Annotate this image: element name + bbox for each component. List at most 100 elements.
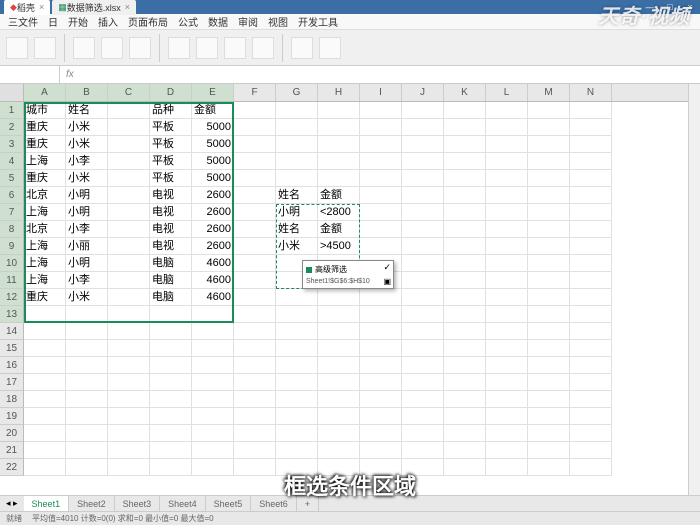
cell[interactable]: 小明	[66, 187, 108, 204]
close-icon[interactable]: ✓	[383, 262, 391, 273]
cell[interactable]	[276, 102, 318, 119]
cell[interactable]: 2600	[192, 238, 234, 255]
cell[interactable]	[108, 238, 150, 255]
cell[interactable]	[444, 442, 486, 459]
cell[interactable]: 2600	[192, 204, 234, 221]
cell[interactable]	[570, 102, 612, 119]
col-header[interactable]: M	[528, 84, 570, 101]
cell[interactable]	[234, 425, 276, 442]
cell[interactable]	[66, 459, 108, 476]
cell[interactable]	[276, 119, 318, 136]
cell[interactable]: 重庆	[24, 119, 66, 136]
cell[interactable]	[486, 170, 528, 187]
sheet-tab[interactable]: Sheet2	[69, 496, 115, 511]
cell[interactable]	[108, 306, 150, 323]
row-header[interactable]: 17	[0, 374, 24, 391]
cell[interactable]	[444, 323, 486, 340]
cell[interactable]	[108, 136, 150, 153]
cell[interactable]	[528, 204, 570, 221]
col-header[interactable]: N	[570, 84, 612, 101]
cell[interactable]	[402, 238, 444, 255]
cell[interactable]	[108, 289, 150, 306]
cell[interactable]: 重庆	[24, 170, 66, 187]
cell[interactable]	[108, 391, 150, 408]
col-header[interactable]: H	[318, 84, 360, 101]
cell[interactable]	[234, 357, 276, 374]
fx-icon[interactable]: fx	[60, 69, 80, 80]
cell[interactable]: 姓名	[276, 221, 318, 238]
col-header[interactable]: L	[486, 84, 528, 101]
col-header[interactable]: B	[66, 84, 108, 101]
ribbon-button[interactable]	[224, 37, 246, 59]
cell[interactable]	[66, 357, 108, 374]
col-header[interactable]: K	[444, 84, 486, 101]
ribbon-button[interactable]	[291, 37, 313, 59]
cell[interactable]	[24, 391, 66, 408]
cell[interactable]	[402, 119, 444, 136]
cell[interactable]	[570, 153, 612, 170]
cell[interactable]: 5000	[192, 136, 234, 153]
cell[interactable]: 小米	[66, 136, 108, 153]
menu-item[interactable]: 页面布局	[128, 14, 168, 29]
cell[interactable]: 姓名	[66, 102, 108, 119]
cell[interactable]	[360, 170, 402, 187]
cell[interactable]	[486, 374, 528, 391]
cell[interactable]	[528, 374, 570, 391]
cell[interactable]	[570, 408, 612, 425]
cell[interactable]: 电脑	[150, 255, 192, 272]
cell[interactable]	[318, 119, 360, 136]
cell[interactable]	[444, 374, 486, 391]
cell[interactable]	[528, 238, 570, 255]
cell[interactable]	[402, 255, 444, 272]
cell[interactable]	[318, 102, 360, 119]
col-header[interactable]: F	[234, 84, 276, 101]
cell[interactable]	[444, 102, 486, 119]
cell[interactable]	[108, 221, 150, 238]
cell[interactable]	[570, 255, 612, 272]
cell[interactable]	[570, 119, 612, 136]
cell[interactable]	[192, 357, 234, 374]
cell[interactable]	[318, 153, 360, 170]
cell[interactable]: 小明	[66, 255, 108, 272]
cell[interactable]	[234, 459, 276, 476]
row-header[interactable]: 12	[0, 289, 24, 306]
cell[interactable]	[528, 136, 570, 153]
cell[interactable]	[444, 306, 486, 323]
cell[interactable]	[234, 255, 276, 272]
cell[interactable]	[402, 272, 444, 289]
cell[interactable]	[486, 442, 528, 459]
cell[interactable]	[402, 340, 444, 357]
cell[interactable]: 平板	[150, 136, 192, 153]
app-tab-file[interactable]: ▦ 数据筛选.xlsx×	[52, 0, 136, 15]
cell[interactable]	[402, 102, 444, 119]
cell[interactable]	[108, 340, 150, 357]
menu-item[interactable]: 视图	[268, 14, 288, 29]
cell[interactable]	[234, 289, 276, 306]
cell[interactable]	[570, 459, 612, 476]
cell[interactable]	[360, 102, 402, 119]
cell[interactable]	[528, 102, 570, 119]
cell[interactable]	[66, 306, 108, 323]
cell[interactable]	[234, 323, 276, 340]
cell[interactable]	[192, 459, 234, 476]
cell[interactable]	[192, 306, 234, 323]
cell[interactable]	[276, 153, 318, 170]
cell[interactable]: 4600	[192, 272, 234, 289]
cell[interactable]: 4600	[192, 289, 234, 306]
cell[interactable]	[402, 425, 444, 442]
cell[interactable]: 电视	[150, 204, 192, 221]
cell[interactable]	[192, 374, 234, 391]
cell[interactable]	[486, 136, 528, 153]
cell[interactable]	[528, 170, 570, 187]
cell[interactable]	[570, 204, 612, 221]
cell[interactable]	[570, 170, 612, 187]
cell[interactable]: 5000	[192, 170, 234, 187]
cell[interactable]	[318, 136, 360, 153]
select-all-corner[interactable]	[0, 84, 24, 101]
row-header[interactable]: 18	[0, 391, 24, 408]
cell[interactable]	[486, 425, 528, 442]
cell[interactable]	[234, 221, 276, 238]
expand-icon[interactable]: ▣	[383, 277, 391, 286]
cell[interactable]	[528, 221, 570, 238]
cell[interactable]	[486, 272, 528, 289]
